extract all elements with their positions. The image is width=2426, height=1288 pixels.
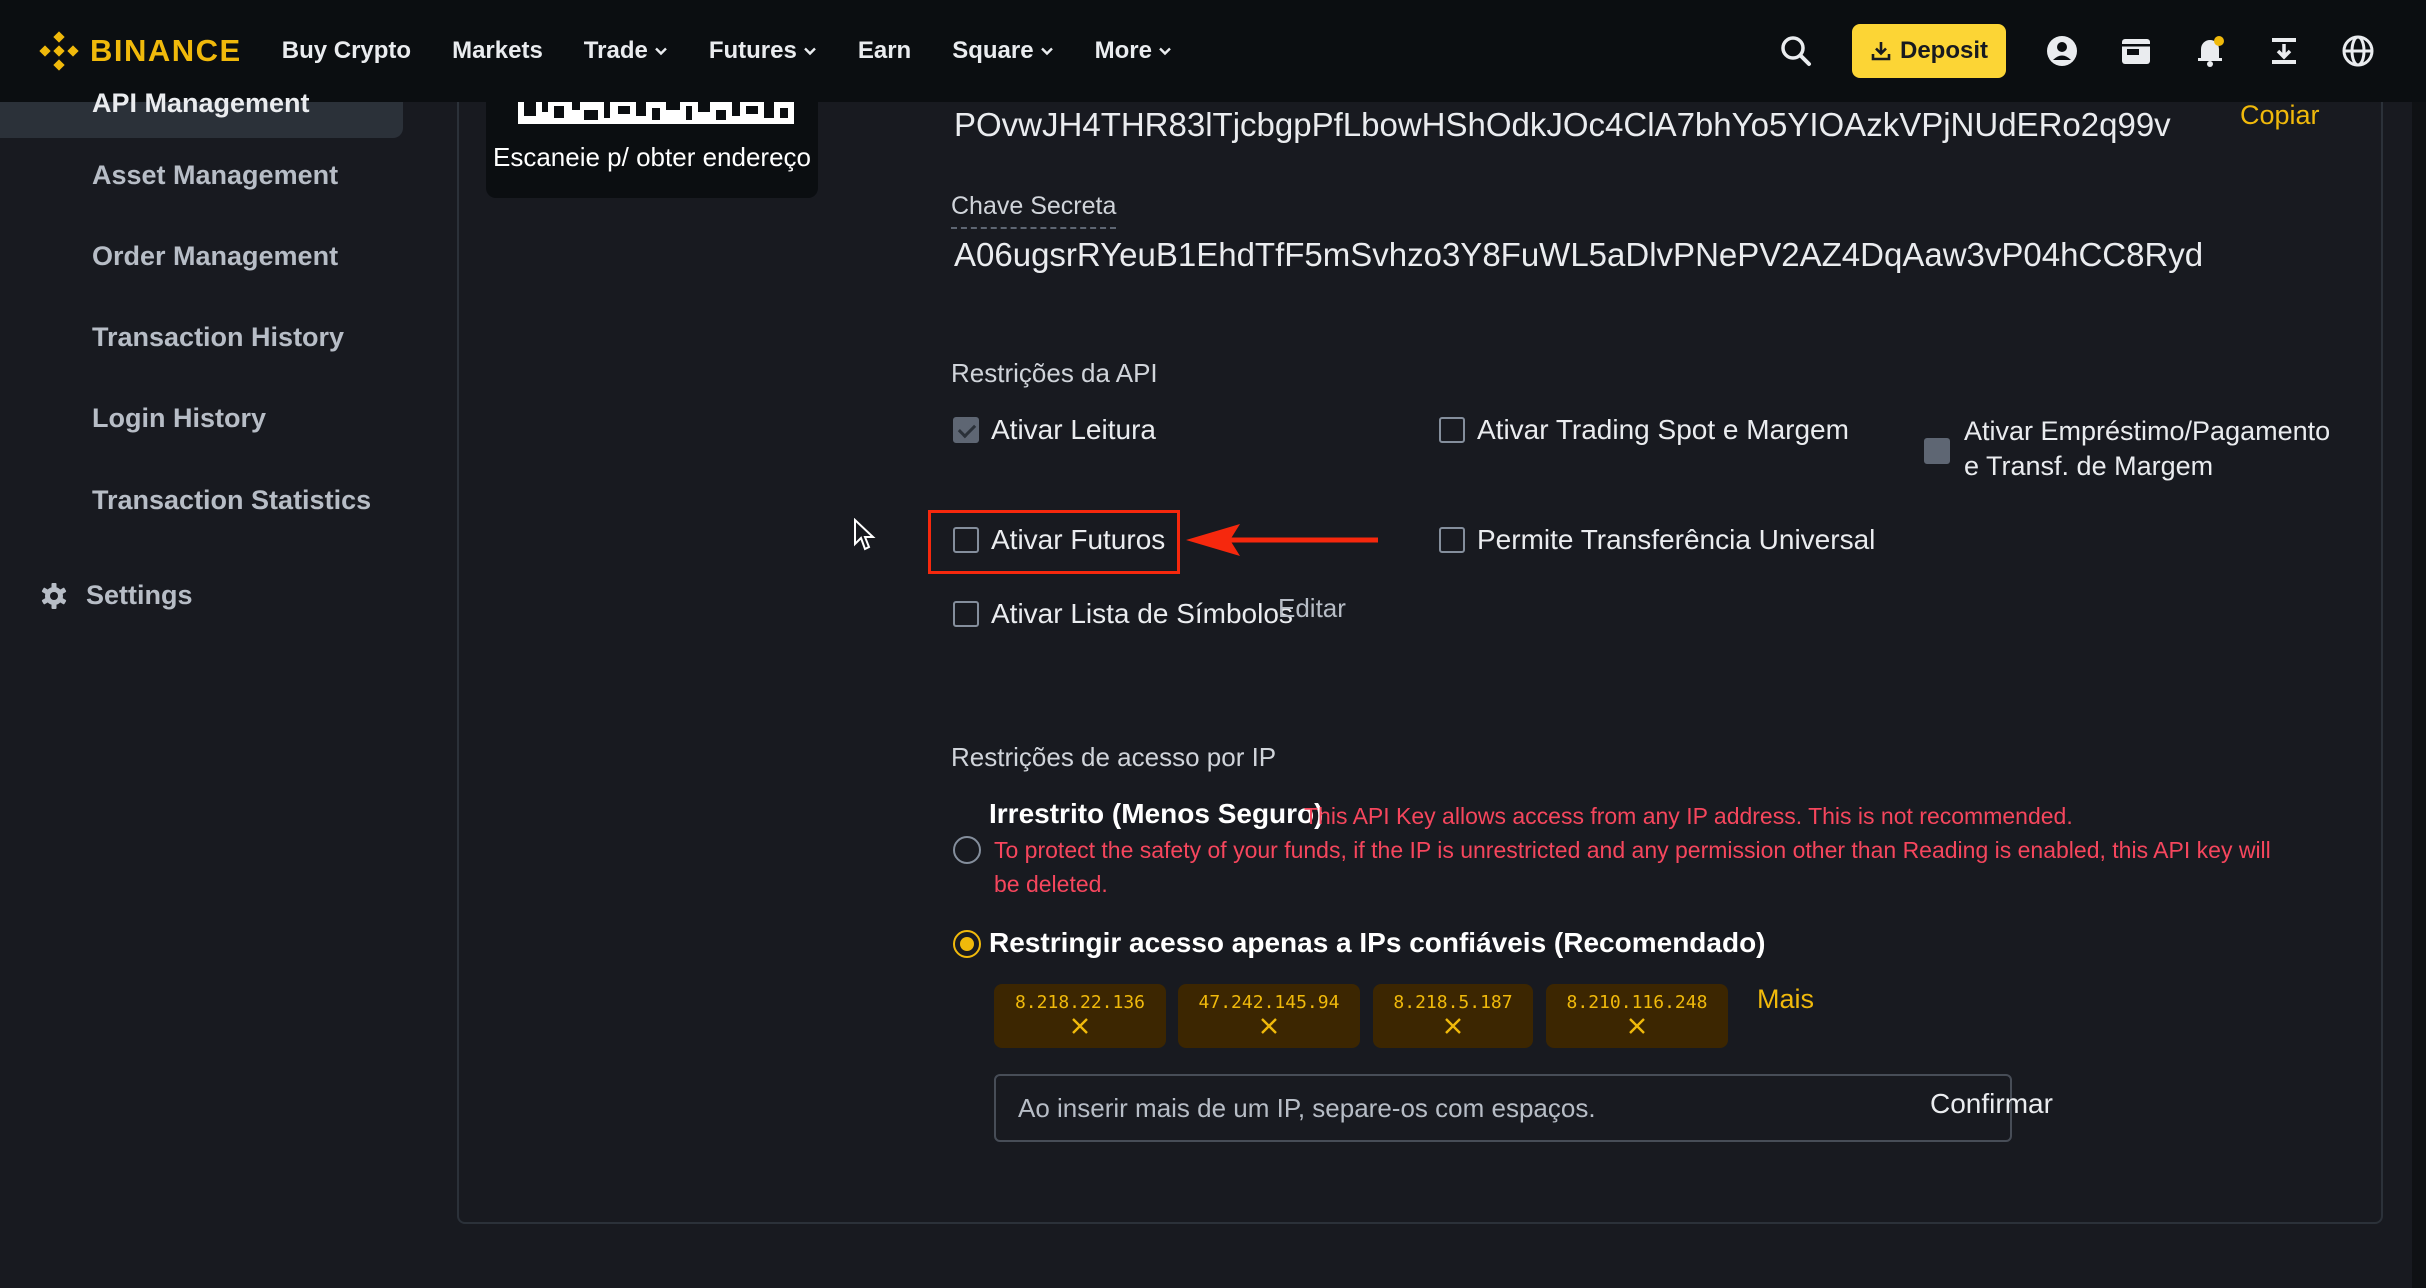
checkbox-box [1924,438,1950,464]
sidebar-item-label: API Management [92,88,310,118]
edit-symbols-link[interactable]: Editar [1278,593,1346,624]
top-actions: Deposit [1778,0,2376,102]
chevron-down-icon [1159,47,1171,56]
chevron-down-icon [654,47,667,56]
sidebar-item-transaction-statistics[interactable]: Transaction Statistics [92,485,371,516]
nav-more[interactable]: More [1095,37,1172,65]
ip-address: 8.218.22.136 [1014,992,1146,1013]
nav-label: Square [952,37,1034,64]
nav-label: Markets [452,37,543,64]
deposit-button[interactable]: Deposit [1851,24,2006,78]
ip-restrictions-title: Restrições de acesso por IP [951,742,1277,772]
universal-transfer-checkbox[interactable]: Permite Transferência Universal [1439,524,1875,556]
qr-caption: Escaneie p/ obter endereço [493,142,811,172]
futures-highlight-box [928,510,1180,574]
checkbox-label: Ativar Lista de Símbolos [991,598,1293,629]
remove-ip-icon[interactable] [1444,1017,1462,1035]
trusted-ips-label: Restringir acesso apenas a IPs confiávei… [989,927,1766,958]
nav-buy-crypto[interactable]: Buy Crypto [282,37,411,65]
checkbox-label: Ativar Empréstimo/Pagamento e Transf. de… [1964,414,2330,484]
deposit-label: Deposit [1899,37,1988,64]
secret-key-label: Chave Secreta [951,192,1117,229]
binance-logo-icon [39,31,79,71]
checkbox-label-line2: e Transf. de Margem [1964,451,2214,481]
binance-logo[interactable]: BINANCE [38,30,242,72]
sidebar-item-transaction-history[interactable]: Transaction History [92,322,344,353]
enable-margin-loan-checkbox[interactable]: Ativar Empréstimo/Pagamento e Transf. de… [1924,414,2330,484]
enable-reading-checkbox[interactable]: Ativar Leitura [953,414,1156,446]
gear-icon [41,582,67,609]
sidebar-item-asset-management[interactable]: Asset Management [92,160,338,191]
sidebar-item-order-management[interactable]: Order Management [92,241,338,272]
sidebar-item-api-management[interactable]: API Management [0,88,403,138]
download-icon[interactable] [2266,33,2302,69]
secret-key-value: A06ugsrRYeuB1EhdTfF5mSvhzo3Y8FuWL5aDlvPN… [954,236,2204,273]
enable-symbol-list-checkbox[interactable]: Ativar Lista de Símbolos [953,598,1293,630]
ip-address: 47.242.145.94 [1198,992,1340,1013]
checkbox-label: Ativar Trading Spot e Margem [1477,414,1849,445]
mouse-cursor-icon [854,518,876,551]
main-menu: Buy Crypto Markets Trade Futures Earn Sq… [282,37,1213,65]
nav-label: Trade [583,37,648,64]
checkbox-box [1439,527,1465,553]
search-icon[interactable] [1778,33,1814,69]
ip-chip: 8.218.22.136 [994,984,1166,1048]
qr-code [518,102,794,124]
chevron-down-icon [1040,47,1053,56]
remove-ip-icon[interactable] [1260,1017,1278,1035]
page-scrollbar[interactable] [2412,102,2426,1288]
remove-ip-icon[interactable] [1071,1017,1089,1035]
settings-label: Settings [86,580,193,610]
unrestricted-warning-detail: To protect the safety of your funds, if … [994,837,2271,863]
copy-button[interactable]: Copiar [2240,100,2320,131]
nav-label: More [1094,37,1152,64]
nav-trade[interactable]: Trade [584,37,668,65]
ip-chip: 8.210.116.248 [1546,984,1728,1048]
confirm-button[interactable]: Confirmar [1930,1088,2053,1120]
brand-name: BINANCE [90,33,242,68]
remove-ip-icon[interactable] [1628,1017,1646,1035]
annotation-arrow [1186,524,1378,556]
unrestricted-warning: This API Key allows access from any IP a… [1304,803,2073,829]
profile-icon[interactable] [2044,33,2080,69]
nav-label: Buy Crypto [281,37,412,64]
unrestricted-radio[interactable] [953,836,981,864]
ip-input-placeholder: Ao inserir mais de um IP, separe-os com … [1018,1093,1596,1123]
ip-address: 8.218.5.187 [1393,992,1513,1013]
chevron-down-icon [803,47,816,56]
ip-chip: 47.242.145.94 [1178,984,1360,1048]
top-nav: BINANCE Buy Crypto Markets Trade Futures… [0,0,2426,102]
unrestricted-warning-detail-end: be deleted. [994,871,1108,897]
ip-address: 8.210.116.248 [1566,992,1708,1013]
checkbox-label: Permite Transferência Universal [1477,524,1876,555]
checkbox-box [1439,417,1465,443]
checkbox-label-line1: Ativar Empréstimo/Pagamento [1964,416,2331,446]
sidebar: API Management Asset Management Order Ma… [0,88,420,1288]
sidebar-item-settings[interactable]: Settings [40,580,193,611]
bell-icon[interactable] [2192,33,2228,69]
checkbox-box [953,417,979,443]
sidebar-item-login-history[interactable]: Login History [92,403,266,434]
unrestricted-label: Irrestrito (Menos Seguro) [989,798,1324,829]
ip-input[interactable]: Ao inserir mais de um IP, separe-os com … [994,1074,2012,1142]
qr-code-card: Escaneie p/ obter endereço [486,102,818,198]
nav-square[interactable]: Square [952,37,1053,65]
download-arrow-icon [1871,42,1891,61]
trusted-ips-radio[interactable] [953,930,981,958]
api-key-value: POvwJH4THR83lTjcbgpPfLbowHShOdkJOc4ClA7b… [954,106,2171,143]
checkbox-box [953,601,979,627]
api-restrictions-title: Restrições da API [951,358,1158,388]
checkbox-label: Ativar Leitura [991,414,1156,445]
enable-spot-margin-checkbox[interactable]: Ativar Trading Spot e Margem [1439,414,1849,446]
nav-earn[interactable]: Earn [858,37,911,65]
nav-label: Earn [857,37,912,64]
nav-futures[interactable]: Futures [709,37,817,65]
ip-chip: 8.218.5.187 [1373,984,1533,1048]
nav-label: Futures [708,37,797,64]
nav-markets[interactable]: Markets [452,37,543,65]
globe-icon[interactable] [2340,33,2376,69]
more-ips-link[interactable]: Mais [1757,984,1814,1015]
wallet-icon[interactable] [2118,33,2154,69]
